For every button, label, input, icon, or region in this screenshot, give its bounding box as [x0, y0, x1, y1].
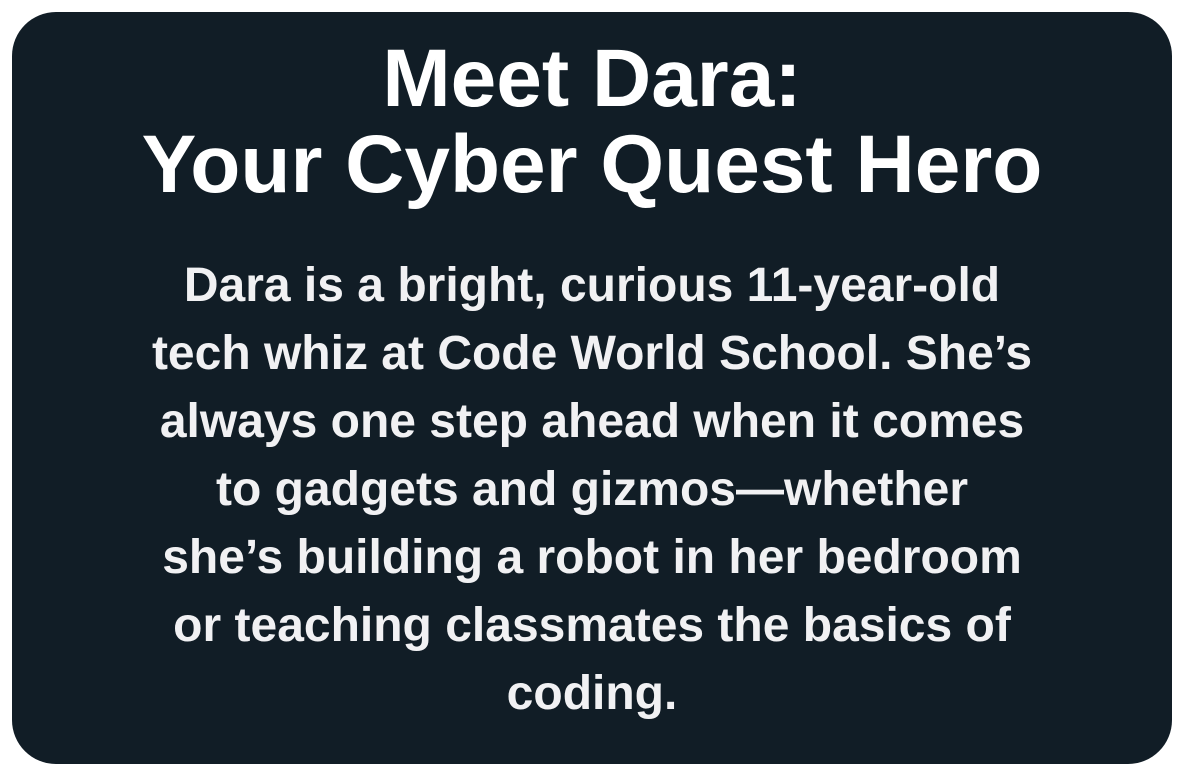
description-line-6: or teaching classmates the basics of: [173, 599, 1011, 652]
card-title: Meet Dara: Your Cyber Quest Hero: [12, 36, 1172, 208]
description-line-5: she’s building a robot in her bedroom: [162, 531, 1022, 584]
description-line-1: Dara is a bright, curious 11-year-old: [183, 259, 1001, 312]
card-title-line-2: Your Cyber Quest Hero: [141, 119, 1043, 210]
description-line-2: tech whiz at Code World School. She’s: [151, 327, 1033, 380]
hero-card: Meet Dara: Your Cyber Quest Hero Dara is…: [12, 12, 1172, 764]
card-title-line-1: Meet Dara:: [382, 33, 802, 124]
description-line-7: coding.: [506, 667, 678, 720]
description-line-4: to gadgets and gizmos—whether: [215, 463, 969, 516]
description-line-3: always one step ahead when it comes: [159, 395, 1025, 448]
card-description: Dara is a bright, curious 11-year-old te…: [52, 252, 1132, 728]
